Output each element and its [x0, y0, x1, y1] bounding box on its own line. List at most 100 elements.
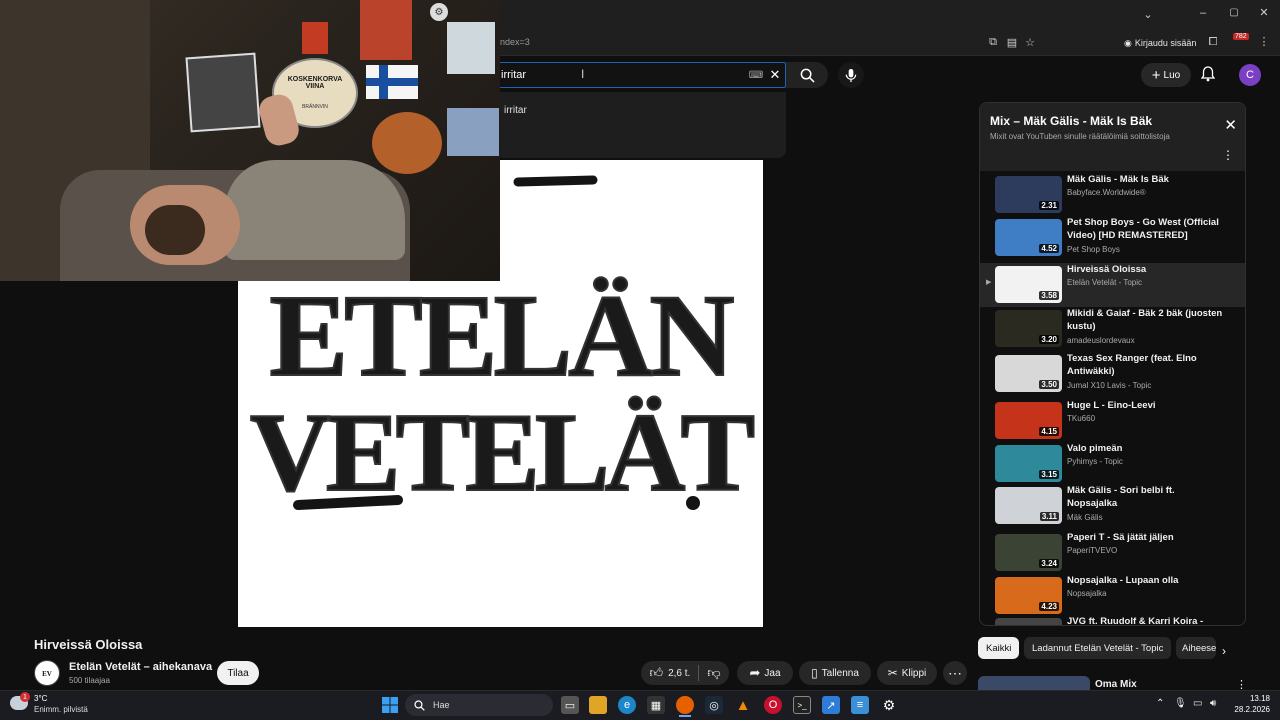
- thumbs-down-icon[interactable]: 👎︎: [707, 665, 720, 681]
- vlc-icon[interactable]: ▲: [734, 696, 752, 714]
- finnish-flag: [366, 65, 418, 99]
- share-button[interactable]: ➦ Jaa: [737, 661, 793, 685]
- playlist-item[interactable]: 4.52 Pet Shop Boys - Go West (Official Vi…: [980, 216, 1245, 260]
- chip-all[interactable]: Kaikki: [978, 637, 1020, 659]
- store-icon[interactable]: ▦: [647, 696, 665, 714]
- playlist-title[interactable]: Mix – Mäk Gälis - Mäk Is Bäk: [990, 114, 1152, 128]
- more-actions-button[interactable]: ⋯: [943, 661, 967, 685]
- opera-icon[interactable]: O: [764, 696, 782, 714]
- user-icon: ◉: [1124, 37, 1132, 48]
- badge-count[interactable]: 782: [1233, 33, 1249, 40]
- voice-search-button[interactable]: [838, 62, 864, 88]
- weather-temperature[interactable]: 3°C: [34, 694, 47, 703]
- keyboard-icon[interactable]: ⌨: [747, 70, 765, 81]
- search-button[interactable]: [786, 62, 828, 88]
- display-icon[interactable]: ▭: [1193, 698, 1202, 709]
- bookmark-star-icon[interactable]: ☆: [1022, 36, 1038, 49]
- playlist-item[interactable]: 4.23 Nopsajalka - Lupaan olla Nopsajalka: [980, 574, 1245, 618]
- chevron-up-icon[interactable]: ⌃: [1156, 698, 1164, 709]
- subscriber-count: 500 tilaajaa: [69, 676, 110, 685]
- channel-avatar[interactable]: EV: [34, 660, 60, 686]
- subscribe-button[interactable]: Tilaa: [217, 661, 259, 685]
- windows-start-icon[interactable]: [381, 696, 399, 714]
- playlist-item-thumbnail[interactable]: 3.20: [995, 310, 1062, 347]
- search-input-value[interactable]: irritar: [501, 69, 747, 81]
- volume-icon[interactable]: 🔊︎: [1210, 698, 1216, 709]
- playlist-item-title: Huge L - Eino-Leevi: [1067, 400, 1156, 411]
- create-button[interactable]: + Luo: [1141, 63, 1191, 87]
- notepad-icon[interactable]: ≡: [851, 696, 869, 714]
- save-button[interactable]: ▯ Tallenna: [799, 661, 871, 685]
- account-avatar[interactable]: C: [1239, 64, 1261, 86]
- steam-icon[interactable]: ◎: [705, 696, 723, 714]
- playlist-item-thumbnail[interactable]: 3.15: [995, 445, 1062, 482]
- next-video-title[interactable]: Oma Mix: [1095, 679, 1137, 690]
- chevron-right-icon[interactable]: ›: [1222, 644, 1226, 658]
- screenshot-icon[interactable]: ⧉: [985, 36, 1001, 49]
- suggestion-item[interactable]: irritar: [504, 105, 527, 116]
- kebab-menu-icon[interactable]: ⋮: [1222, 148, 1234, 162]
- playlist-item[interactable]: 4.15 Huge L - Eino-Leevi TKu660: [980, 399, 1245, 443]
- file-explorer-icon[interactable]: [589, 696, 607, 714]
- like-button[interactable]: 👍︎ 2,6 t.: [649, 665, 690, 681]
- reader-icon[interactable]: ▤: [1004, 36, 1020, 49]
- playlist-item-thumbnail[interactable]: 3.50: [995, 355, 1062, 392]
- terminal-icon[interactable]: >_: [793, 696, 811, 714]
- taskbar-search[interactable]: Hae: [405, 694, 553, 716]
- settings-gear-icon[interactable]: ⚙: [880, 696, 898, 714]
- browser-menu-icon[interactable]: ⋮: [1256, 35, 1272, 48]
- microphone-tray-icon[interactable]: 🎙︎: [1174, 698, 1187, 709]
- close-window-icon[interactable]: ✕: [1256, 6, 1272, 19]
- playlist-item-thumbnail[interactable]: 3.58: [995, 266, 1062, 303]
- share-icon: ➦: [749, 665, 761, 680]
- signin-button[interactable]: ◉ Kirjaudu sisään: [1124, 35, 1196, 51]
- playlist-item[interactable]: 3.24 Paperi T - Sä jätät jäljen PaperiTVEV…: [980, 531, 1245, 575]
- search-icon: [800, 68, 815, 83]
- task-view-icon[interactable]: ▭: [561, 696, 579, 714]
- scissors-icon: ✂: [887, 666, 898, 680]
- playlist-item-thumbnail[interactable]: 3.24: [995, 534, 1062, 571]
- playlist-item-duration: 2.31: [1039, 201, 1059, 210]
- playlist-item[interactable]: 3.50 Texas Sex Ranger (feat. Elno Antiwäk…: [980, 352, 1245, 396]
- playlist-item[interactable]: 3.20 Mikidi & Gaiaf - Bäk 2 bäk (juosten …: [980, 307, 1245, 351]
- clock-time[interactable]: 13.18: [1236, 694, 1270, 703]
- playlist-item-duration: 4.23: [1039, 602, 1059, 611]
- photo-frame: [447, 22, 495, 74]
- taskbar: [0, 690, 1280, 720]
- maximize-icon[interactable]: ▢: [1226, 7, 1242, 18]
- close-icon[interactable]: ✕: [1224, 116, 1237, 134]
- app-icon[interactable]: ↗: [822, 696, 840, 714]
- playlist-item[interactable]: 3.11 Mäk Gälis - Sori belbi ft. Nopsajalk…: [980, 484, 1245, 528]
- chip-uploaded-by[interactable]: Ladannut Etelän Vetelät - Topic: [1024, 637, 1172, 659]
- clock-date[interactable]: 28.2.2026: [1230, 705, 1270, 714]
- playlist-item[interactable]: 3.15 Valo pimeän Pyhimys - Topic: [980, 442, 1245, 486]
- playlist-item-thumbnail[interactable]: [995, 618, 1062, 625]
- search-input[interactable]: irritar ⌨ ✕: [496, 62, 786, 88]
- firefox-icon[interactable]: [676, 696, 694, 714]
- clip-button[interactable]: ✂ Klippi: [877, 661, 937, 685]
- minimize-icon[interactable]: –: [1195, 7, 1211, 19]
- playlist-item-thumbnail[interactable]: 2.31: [995, 176, 1062, 213]
- url-text[interactable]: index=3: [498, 37, 530, 47]
- playlist-item-thumbnail[interactable]: 4.52: [995, 219, 1062, 256]
- playlist-item[interactable]: JVG ft. Ruudolf & Karri Koira -: [980, 615, 1245, 625]
- mix-playlist-panel: Mix – Mäk Gälis - Mäk Is Bäk Mixit ovat …: [979, 102, 1246, 626]
- extensions-icon[interactable]: ⧠: [1205, 36, 1221, 49]
- weather-description[interactable]: Enimm. pilvistä: [34, 705, 88, 714]
- edge-icon[interactable]: e: [618, 696, 636, 714]
- channel-name[interactable]: Etelän Vetelät – aihekanava: [69, 661, 212, 673]
- beard: [145, 205, 205, 255]
- playlist-item-thumbnail[interactable]: 4.15: [995, 402, 1062, 439]
- playlist-item[interactable]: 2.31 Mäk Gälis - Mäk Is Bäk Babyface.World…: [980, 173, 1245, 217]
- playlist-item-channel: PaperiTVEVO: [1067, 546, 1118, 555]
- chip-related[interactable]: Aiheeseen liittyvät: [1176, 637, 1216, 659]
- like-count: 2,6 t.: [668, 667, 691, 679]
- bell-icon[interactable]: [1200, 66, 1216, 85]
- gear-icon: ⚙: [430, 3, 448, 21]
- chevron-down-icon[interactable]: ⌄: [1140, 8, 1156, 21]
- search-suggestions: irritar: [496, 92, 786, 158]
- playlist-item[interactable]: ▶ 3.58 Hirveissä Oloissa Etelän Vetelät - T…: [980, 263, 1245, 307]
- playlist-item-thumbnail[interactable]: 4.23: [995, 577, 1062, 614]
- playlist-item-thumbnail[interactable]: 3.11: [995, 487, 1062, 524]
- clear-search-icon[interactable]: ✕: [765, 67, 785, 83]
